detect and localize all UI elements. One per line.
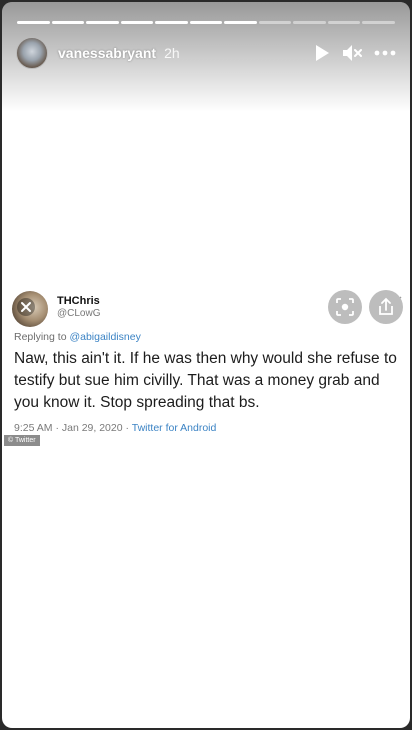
speaker-muted-icon[interactable] <box>342 44 362 62</box>
visual-search-icon <box>336 298 354 316</box>
close-icon <box>17 298 35 316</box>
progress-segment <box>86 21 119 24</box>
replying-to: Replying to @abigaildisney <box>14 331 141 343</box>
progress-segment <box>155 21 188 24</box>
post-time: 2h <box>164 45 180 61</box>
story-viewer[interactable]: vanessabryant 2h THChris @CLowG Replying… <box>2 2 410 728</box>
more-horizontal-icon[interactable] <box>374 50 396 56</box>
tweet-meta: 9:25 AM · Jan 29, 2020 · Twitter for And… <box>14 422 216 434</box>
tweet-timestamp: 9:25 AM · Jan 29, 2020 · <box>14 422 129 434</box>
share-icon <box>379 297 393 315</box>
tweet-screenshot: THChris @CLowG Replying to @abigaildisne… <box>2 288 410 446</box>
progress-segment <box>327 21 361 24</box>
progress-segment <box>189 21 223 24</box>
progress-segment <box>293 21 326 24</box>
replying-prefix: Replying to <box>14 331 67 343</box>
tweet-text: Naw, this ain't it. If he was then why w… <box>14 350 397 411</box>
progress-segment <box>224 21 257 24</box>
tweet-handle: @CLowG <box>57 308 101 319</box>
source-credit: © Twitter <box>4 435 40 446</box>
progress-segment <box>120 21 154 24</box>
visual-search-button[interactable] <box>328 290 362 324</box>
tweet-display-name: THChris <box>57 295 100 307</box>
tweet-client: Twitter for Android <box>131 422 217 434</box>
story-progress-bar <box>17 21 396 24</box>
reply-target-link[interactable]: @abigaildisney <box>69 331 140 343</box>
progress-segment <box>17 21 50 24</box>
share-button[interactable] <box>369 290 403 324</box>
story-controls <box>314 44 396 62</box>
progress-segment <box>258 21 292 24</box>
progress-segment <box>51 21 85 24</box>
progress-segment <box>362 21 396 24</box>
username[interactable]: vanessabryant <box>58 45 156 61</box>
avatar[interactable] <box>16 37 48 69</box>
story-header: vanessabryant 2h <box>16 36 396 70</box>
tweet-avatar <box>12 291 48 327</box>
play-icon[interactable] <box>314 44 330 62</box>
